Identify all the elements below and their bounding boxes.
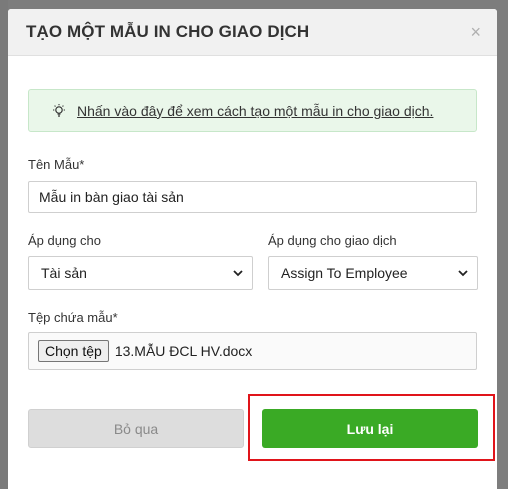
dialog-title: TẠO MỘT MẪU IN CHO GIAO DỊCH xyxy=(26,22,310,41)
apply-transaction-select[interactable]: Assign To Employee xyxy=(268,256,478,290)
template-name-input[interactable] xyxy=(28,181,477,213)
template-name-label: Tên Mẫu* xyxy=(28,157,85,172)
save-button[interactable]: Lưu lại xyxy=(262,409,478,448)
choose-file-button[interactable]: Chọn tệp xyxy=(38,340,109,362)
page-backdrop xyxy=(0,0,8,489)
cancel-button[interactable]: Bỏ qua xyxy=(28,409,244,448)
apply-for-label: Áp dụng cho xyxy=(28,233,102,248)
apply-transaction-label: Áp dụng cho giao dịch xyxy=(268,233,397,248)
file-label: Tệp chứa mẫu* xyxy=(28,310,118,325)
hint-banner: Nhấn vào đây để xem cách tạo một mẫu in … xyxy=(28,89,477,132)
close-icon[interactable]: × xyxy=(470,23,481,41)
apply-for-value: Tài sản xyxy=(41,265,87,281)
chevron-down-icon xyxy=(233,270,243,277)
create-template-dialog: TẠO MỘT MẪU IN CHO GIAO DỊCH × Nhấn vào … xyxy=(8,9,497,489)
dialog-header: TẠO MỘT MẪU IN CHO GIAO DỊCH × xyxy=(8,9,497,56)
file-name: 13.MẪU ĐCL HV.docx xyxy=(114,343,253,359)
apply-transaction-value: Assign To Employee xyxy=(281,265,408,281)
file-input: Chọn tệp 13.MẪU ĐCL HV.docx xyxy=(28,332,477,370)
lightbulb-icon xyxy=(53,103,65,117)
apply-for-select[interactable]: Tài sản xyxy=(28,256,253,290)
hint-link[interactable]: Nhấn vào đây để xem cách tạo một mẫu in … xyxy=(77,103,433,119)
chevron-down-icon xyxy=(458,270,468,277)
